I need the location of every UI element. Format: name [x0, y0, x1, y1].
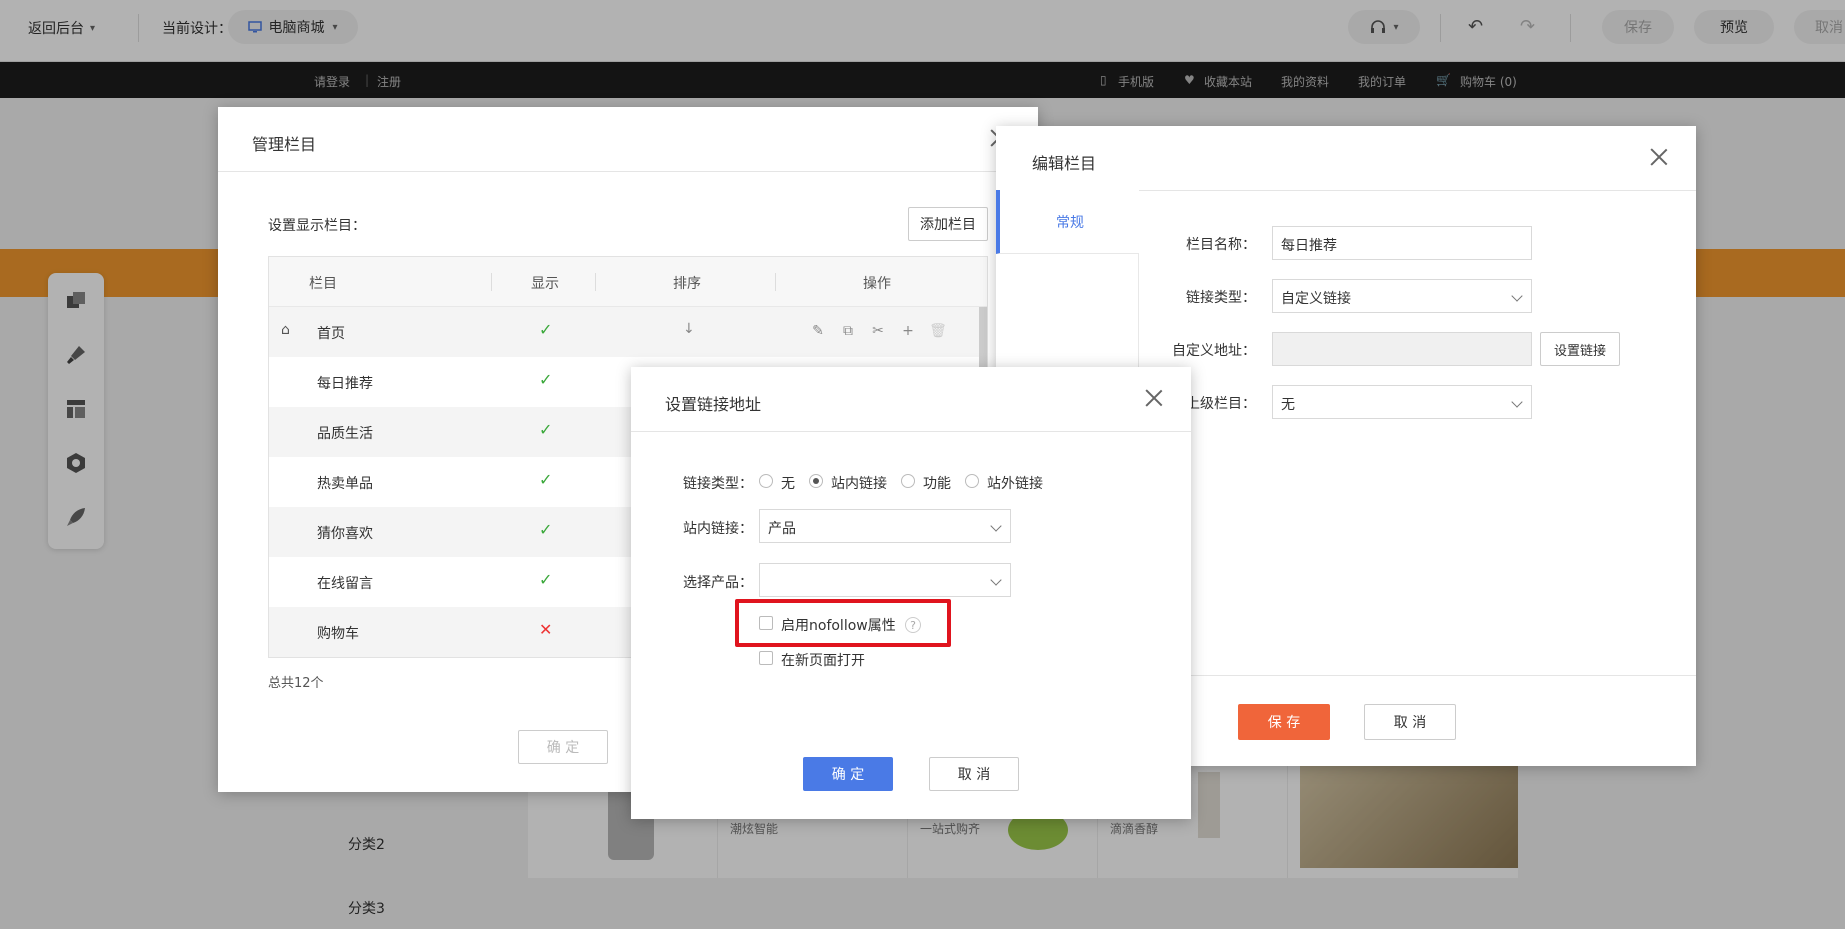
select-product-select[interactable]: [759, 563, 1011, 597]
table-header: 栏目 显示 排序 操作: [269, 257, 987, 307]
table-row[interactable]: ⌂ 首页 ✓ ↓ ✎ ⧉ ✂ + 🗑: [269, 307, 987, 357]
confirm-button[interactable]: 确 定: [803, 757, 893, 791]
link-type-label: 链接类型：: [683, 476, 753, 492]
link-type-select[interactable]: 自定义链接: [1272, 279, 1532, 313]
chevron-down-icon: [990, 574, 1002, 586]
confirm-button[interactable]: 确 定: [518, 730, 608, 764]
set-link-dialog: 设置链接地址 链接类型： 无 站内链接 功能 站外链接 站内链接： 产品 选择产…: [631, 367, 1191, 819]
hidden-cross-icon[interactable]: ✕: [539, 620, 552, 639]
delete-icon[interactable]: 🗑: [929, 322, 947, 340]
radio-function-label: 功能: [923, 476, 951, 492]
row-name: 猜你喜欢: [317, 526, 373, 542]
add-column-button[interactable]: 添加栏目: [908, 207, 988, 241]
save-button[interactable]: 保 存: [1238, 704, 1330, 740]
row-name: 购物车: [317, 626, 359, 642]
name-label: 栏目名称：: [1186, 237, 1256, 253]
shown-check-icon[interactable]: ✓: [539, 570, 552, 589]
shown-check-icon[interactable]: ✓: [539, 370, 552, 389]
chevron-down-icon: [990, 520, 1002, 532]
chevron-down-icon: [1511, 290, 1523, 302]
parent-column-select[interactable]: 无: [1272, 385, 1532, 419]
dialog-title: 编辑栏目: [1032, 154, 1097, 173]
internal-link-select[interactable]: 产品: [759, 509, 1011, 543]
close-icon[interactable]: [1145, 389, 1163, 407]
tab-general-label: 常规: [1056, 215, 1084, 231]
link-type-label: 链接类型：: [1186, 290, 1256, 306]
dialog-title: 设置链接地址: [665, 395, 762, 414]
radio-external-label: 站外链接: [987, 476, 1043, 492]
row-name: 热卖单品: [317, 476, 373, 492]
header-separator: [595, 273, 596, 291]
radio-internal-label: 站内链接: [831, 476, 887, 492]
unlink-icon[interactable]: ✂: [869, 322, 887, 340]
new-page-label: 在新页面打开: [781, 653, 865, 669]
nofollow-label: 启用nofollow属性: [781, 618, 896, 634]
select-product-label: 选择产品：: [683, 575, 753, 591]
radio-none[interactable]: [759, 474, 773, 488]
dialog-divider: [218, 171, 1038, 172]
header-separator: [775, 273, 776, 291]
shown-check-icon[interactable]: ✓: [539, 420, 552, 439]
copy-icon[interactable]: ⧉: [839, 322, 857, 340]
link-type-value: 自定义链接: [1281, 291, 1351, 307]
radio-external-link[interactable]: [965, 474, 979, 488]
custom-url-input[interactable]: [1272, 332, 1532, 366]
row-name: 每日推荐: [317, 376, 373, 392]
parent-column-value: 无: [1281, 397, 1295, 413]
dialog-divider: [631, 431, 1191, 432]
shown-check-icon[interactable]: ✓: [539, 470, 552, 489]
row-name: 在线留言: [317, 576, 373, 592]
radio-function[interactable]: [901, 474, 915, 488]
header-separator: [491, 273, 492, 291]
nofollow-checkbox[interactable]: [759, 616, 773, 630]
custom-url-label: 自定义地址：: [1172, 343, 1256, 359]
radio-none-label: 无: [781, 476, 795, 492]
chevron-down-icon: [1511, 396, 1523, 408]
total-count: 总共12个: [268, 676, 324, 691]
header-actions: 操作: [863, 276, 891, 292]
radio-internal-link[interactable]: [809, 474, 823, 488]
shown-check-icon[interactable]: ✓: [539, 320, 552, 339]
cancel-button[interactable]: 取 消: [1364, 704, 1456, 740]
add-icon[interactable]: +: [899, 322, 917, 340]
set-columns-label: 设置显示栏目：: [268, 218, 366, 234]
sort-down-icon[interactable]: ↓: [683, 321, 695, 337]
row-name: 品质生活: [317, 426, 373, 442]
edit-icon[interactable]: ✎: [809, 322, 827, 340]
cancel-button[interactable]: 取 消: [929, 757, 1019, 791]
shown-check-icon[interactable]: ✓: [539, 520, 552, 539]
header-column: 栏目: [309, 276, 337, 292]
internal-link-value: 产品: [768, 521, 796, 537]
help-icon[interactable]: ?: [905, 617, 921, 633]
column-name-input[interactable]: 每日推荐: [1272, 226, 1532, 260]
row-name: 首页: [317, 326, 345, 342]
new-page-checkbox[interactable]: [759, 651, 773, 665]
dialog-title: 管理栏目: [252, 135, 317, 154]
home-icon: ⌂: [281, 322, 290, 338]
internal-link-label: 站内链接：: [683, 521, 753, 537]
set-link-button[interactable]: 设置链接: [1540, 332, 1620, 366]
header-show: 显示: [531, 276, 559, 292]
close-icon[interactable]: [1650, 148, 1668, 166]
header-order: 排序: [673, 276, 701, 292]
